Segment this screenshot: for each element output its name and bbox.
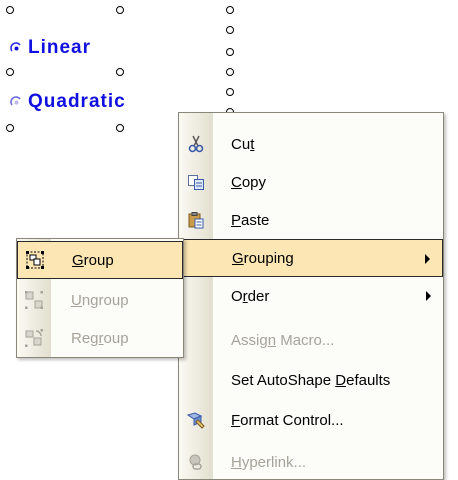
regroup-icon (17, 319, 51, 357)
menu-item-label: Set AutoShape Defaults (231, 371, 391, 389)
grouping-submenu: Group Ungroup Regroup (16, 238, 184, 358)
option-button-quadratic[interactable]: Quadratic (10, 90, 126, 114)
submenu-item-ungroup[interactable]: Ungroup (17, 281, 183, 319)
selection-handle[interactable] (226, 88, 234, 96)
submenu-item-label: Ungroup (71, 291, 129, 309)
scissors-icon (179, 125, 213, 163)
selection-handle[interactable] (6, 124, 14, 132)
submenu-item-regroup[interactable]: Regroup (17, 319, 183, 357)
menu-item-copy[interactable]: Copy (179, 163, 443, 201)
menu-item-order[interactable]: Order (179, 277, 443, 315)
selection-handle[interactable] (6, 6, 14, 14)
menu-item-label: Paste (231, 211, 270, 229)
selection-handle[interactable] (6, 68, 14, 76)
selection-handle[interactable] (226, 26, 234, 34)
ungroup-icon (17, 281, 51, 319)
radio-unselected-icon (10, 96, 22, 108)
menu-item-label: Cut (231, 135, 255, 153)
submenu-arrow-icon (426, 291, 431, 301)
menu-item-paste[interactable]: Paste (179, 201, 443, 239)
menu-item-label: Grouping (232, 249, 294, 267)
menu-item-label: Format Control... (231, 411, 344, 429)
radio-selected-icon (10, 42, 22, 54)
selection-handle[interactable] (116, 68, 124, 76)
submenu-item-label: Regroup (71, 329, 129, 347)
group-icon (18, 241, 52, 279)
selection-handle[interactable] (116, 6, 124, 14)
menu-item-cut[interactable]: Cut (179, 125, 443, 163)
selection-handle[interactable] (116, 124, 124, 132)
menu-item-set-autoshape-defaults[interactable]: Set AutoShape Defaults (179, 361, 443, 399)
menu-item-label: Copy (231, 173, 267, 191)
context-menu: Cut Copy Paste Grouping Order Assign Mac… (178, 112, 444, 480)
menu-item-label: Order (231, 287, 270, 305)
menu-item-label: Assign Macro... (231, 331, 335, 349)
selection-handle[interactable] (226, 48, 234, 56)
menu-item-assign-macro[interactable]: Assign Macro... (179, 321, 443, 359)
submenu-item-label: Group (72, 251, 114, 269)
paste-icon (179, 201, 213, 239)
option-label-linear: Linear (28, 37, 92, 58)
format-control-icon (179, 401, 213, 439)
worksheet-canvas: Linear Quadratic Cut Copy Paste Grouping… (0, 0, 458, 480)
option-button-linear[interactable]: Linear (10, 36, 91, 60)
submenu-arrow-icon (425, 254, 430, 264)
menu-item-label: Hyperlink... (231, 453, 307, 471)
hyperlink-icon (179, 443, 213, 480)
menu-item-format-control[interactable]: Format Control... (179, 401, 443, 439)
selection-handle[interactable] (226, 6, 234, 14)
copy-icon (179, 163, 213, 201)
option-label-quadratic: Quadratic (28, 91, 126, 112)
menu-item-hyperlink[interactable]: Hyperlink... (179, 443, 443, 480)
submenu-item-group[interactable]: Group (17, 241, 183, 279)
menu-item-grouping[interactable]: Grouping (179, 239, 443, 277)
selection-handle[interactable] (226, 68, 234, 76)
